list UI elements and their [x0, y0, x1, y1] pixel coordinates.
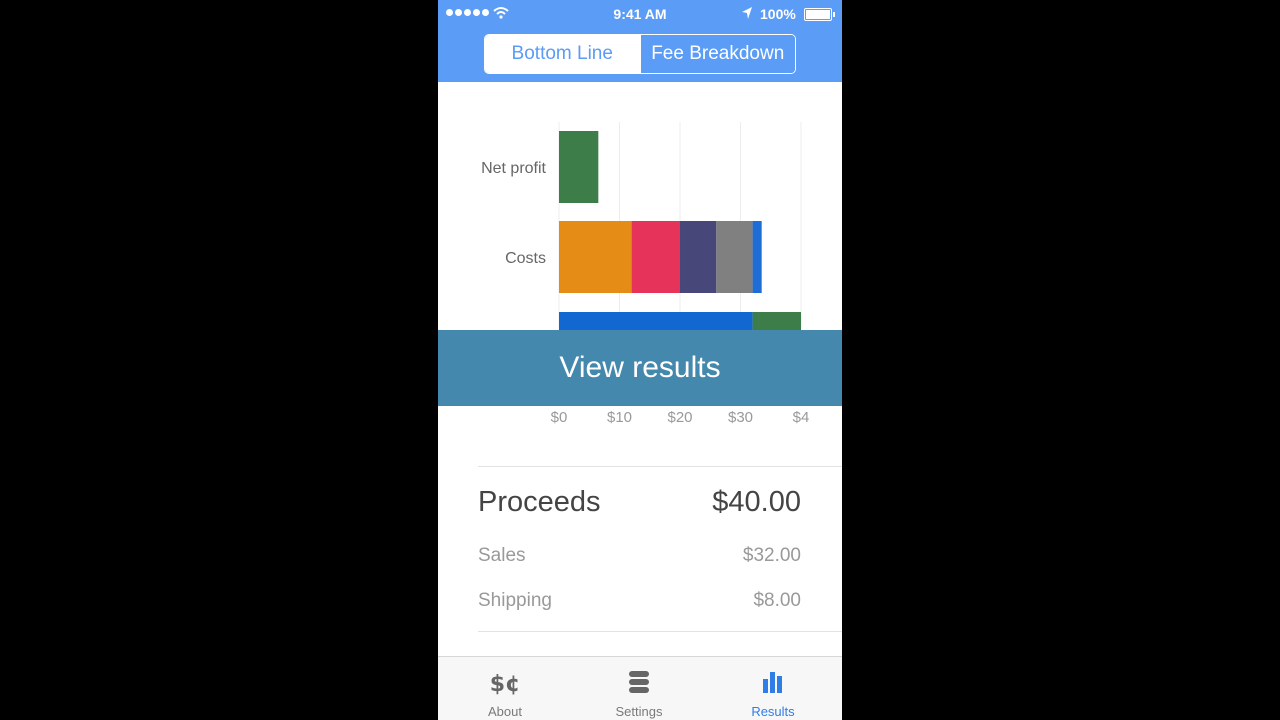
divider-bottom: [478, 631, 842, 632]
sales-label: Sales: [478, 545, 526, 566]
header: 9:41 AM 100% Bottom Line Fee Breakdown: [438, 0, 842, 82]
bar-segment: [559, 131, 599, 203]
battery-percent: 100%: [760, 6, 796, 22]
location-arrow-icon: [742, 7, 752, 19]
tab-settings[interactable]: Settings: [572, 657, 706, 720]
bar-chart-icon: [763, 672, 782, 693]
proceeds-label: Proceeds: [478, 486, 601, 518]
segment-fee-breakdown[interactable]: Fee Breakdown: [639, 35, 795, 73]
tab-about-label: About: [488, 704, 522, 719]
tab-bar: $¢ About Settings Results: [438, 656, 842, 720]
x-tick-label: $4: [793, 409, 810, 426]
shipping-label: Shipping: [478, 590, 552, 611]
divider-top: [478, 466, 842, 467]
bar-segment: [680, 221, 717, 293]
shipping-row: Shipping $8.00: [478, 590, 801, 612]
segmented-control: Bottom Line Fee Breakdown: [484, 34, 796, 74]
x-tick-label: $10: [607, 409, 632, 426]
dollar-cent-icon: $¢: [490, 672, 521, 697]
sales-row: Sales $32.00: [478, 545, 801, 567]
stack-icon: [629, 671, 649, 693]
proceeds-row: Proceeds $40.00: [478, 486, 801, 519]
bar-segment: [631, 221, 680, 293]
x-tick-label: $20: [667, 409, 692, 426]
bar-segment: [559, 221, 632, 293]
svg-text:$¢: $¢: [490, 672, 521, 697]
proceeds-value: $40.00: [712, 486, 801, 518]
tab-settings-label: Settings: [615, 704, 663, 719]
x-tick-label: $0: [551, 409, 568, 426]
battery-icon: [804, 8, 835, 21]
tab-results[interactable]: Results: [706, 657, 840, 720]
x-tick-label: $30: [728, 409, 753, 426]
view-results-button[interactable]: View results: [438, 330, 842, 406]
sales-value: $32.00: [742, 545, 801, 566]
category-label: Net profit: [481, 160, 546, 177]
bar-segment: [752, 221, 762, 293]
category-label: Costs: [505, 250, 546, 267]
shipping-value: $8.00: [753, 590, 801, 611]
tab-results-label: Results: [751, 704, 795, 719]
tab-about[interactable]: $¢ About: [438, 657, 572, 720]
status-bar: 9:41 AM 100%: [438, 0, 842, 28]
phone-screen: 9:41 AM 100% Bottom Line Fee Breakdown N…: [438, 0, 842, 720]
bar-segment: [716, 221, 753, 293]
segment-bottom-line[interactable]: Bottom Line: [485, 35, 640, 73]
